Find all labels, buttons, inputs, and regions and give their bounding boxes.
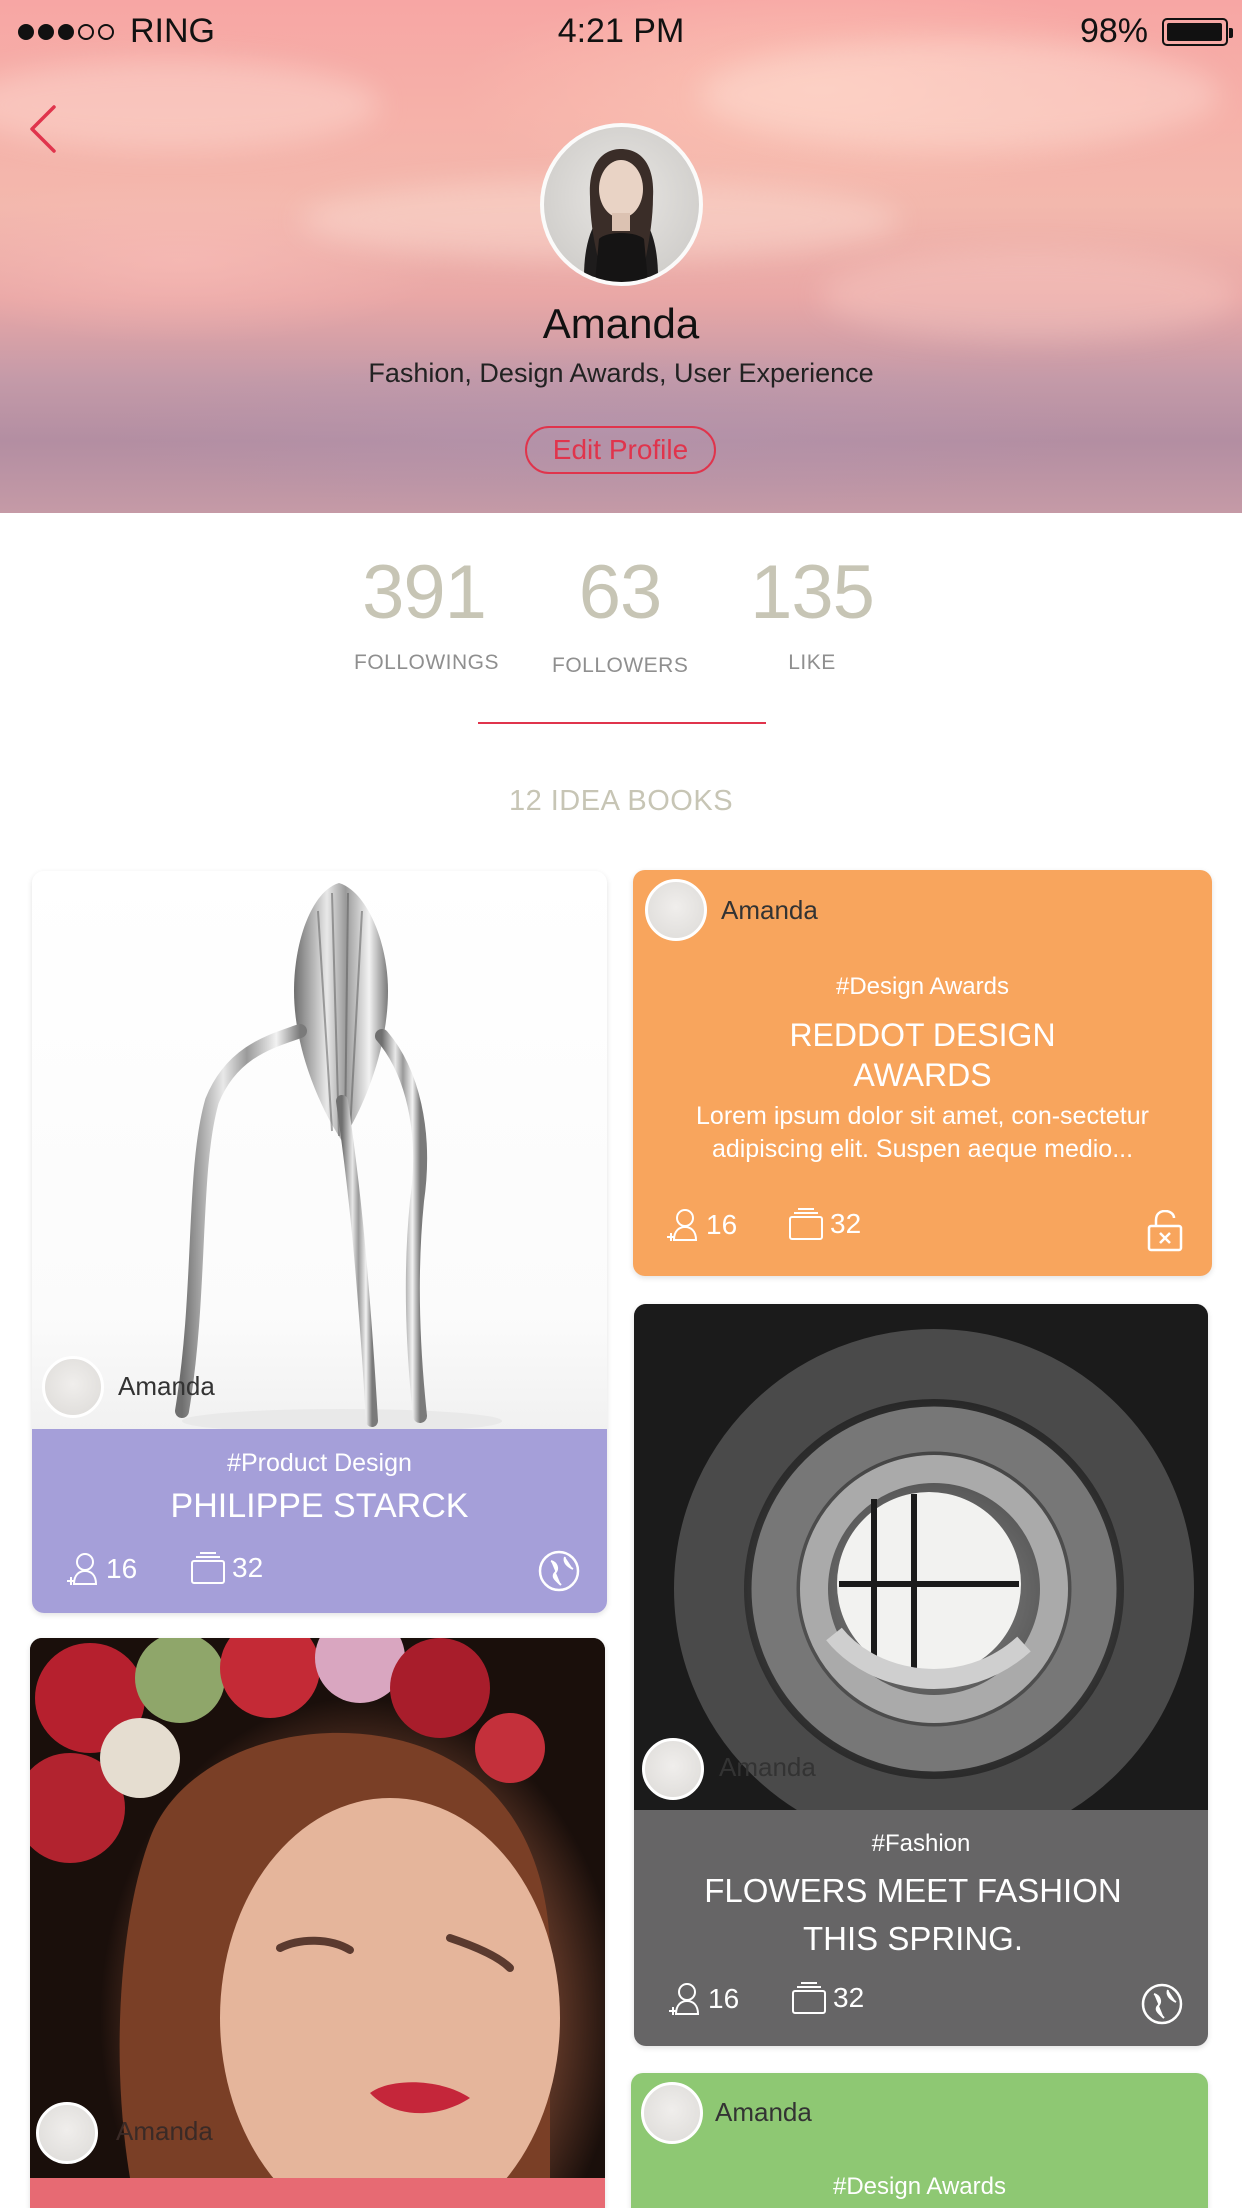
stack-icon (191, 1552, 225, 1584)
stack-icon (792, 1982, 826, 2014)
card-info-band: #Product Design PHILIPPE STARCK 16 32 (32, 1429, 607, 1613)
battery-percent: 98% (1079, 12, 1148, 50)
clock: 4:21 PM (557, 12, 685, 50)
idea-book-card[interactable]: Amanda #Design Awards REDDOT DESIGN AWAR… (633, 870, 1212, 1276)
stack-icon (789, 1208, 823, 1240)
battery-icon (1162, 17, 1233, 46)
idea-book-card[interactable]: Amanda #Design Awards (631, 2073, 1208, 2208)
card-tag[interactable]: #Design Awards (633, 973, 1212, 1001)
avatar[interactable] (540, 123, 703, 286)
profile-tags: Fashion, Design Awards, User Experience (368, 358, 874, 388)
followers-value: 16 (708, 1983, 740, 2014)
stat-label: FOLLOWERS (552, 654, 689, 677)
card-photo (30, 1638, 605, 2208)
card-title-line[interactable]: THIS SPRING. (634, 1920, 1200, 1958)
stat-like[interactable]: 135 LIKE (742, 555, 882, 675)
card-photo (634, 1304, 1208, 1849)
card-title[interactable]: PHILIPPE STARCK (32, 1487, 607, 1526)
edit-profile-button[interactable]: Edit Profile (525, 426, 716, 474)
author-name[interactable]: Amanda (719, 1752, 816, 1783)
stat-label: LIKE (788, 651, 836, 674)
card-description-line: Lorem ipsum dolor sit amet, con-sectetur (696, 1102, 1149, 1130)
followers-value: 16 (106, 1553, 138, 1584)
card-title-line[interactable]: REDDOT DESIGN (633, 1017, 1212, 1054)
items-value: 32 (232, 1552, 264, 1583)
idea-book-card[interactable]: Amanda #Fashion FLOWERS MEET FASHION THI… (634, 1304, 1208, 2046)
author-avatar[interactable] (642, 1738, 704, 1800)
items-count[interactable]: 32 (791, 1981, 864, 2015)
author-name[interactable]: Amanda (118, 1371, 215, 1402)
stat-value: 391 (362, 550, 487, 635)
status-bar: RING 4:21 PM 98% (0, 0, 1242, 60)
profile-header: RING 4:21 PM 98% Amanda Fashion, Design … (0, 0, 1242, 513)
author-avatar[interactable] (36, 2102, 98, 2164)
author-avatar[interactable] (645, 879, 707, 941)
items-count[interactable]: 32 (788, 1207, 861, 1241)
selected-tab-underline (478, 722, 766, 724)
stat-followers[interactable]: 63 FOLLOWERS (552, 555, 688, 678)
card-description-line: adipiscing elit. Suspen aeque medio... (711, 1135, 1134, 1163)
card-title-line[interactable]: AWARDS (633, 1057, 1212, 1094)
juicer-illustration (175, 883, 502, 1433)
portrait-illustration (584, 149, 658, 282)
idea-book-card[interactable]: Amanda #Product Design PHILIPPE STARCK 1… (32, 871, 607, 1613)
card-tag[interactable]: #Design Awards (631, 2173, 1208, 2201)
globe-icon[interactable] (537, 1549, 581, 1593)
items-value: 32 (830, 1208, 862, 1239)
flower-crown-portrait-illustration (30, 1638, 560, 2208)
author-avatar[interactable] (42, 1356, 104, 1418)
followers-count[interactable]: 16 (66, 1551, 137, 1587)
card-photo (32, 871, 607, 1433)
card-info-band (30, 2178, 605, 2208)
unlock-icon[interactable] (1146, 1210, 1184, 1252)
items-count[interactable]: 32 (190, 1551, 263, 1585)
chevron-left-icon[interactable] (28, 104, 58, 154)
stat-value: 63 (578, 550, 663, 635)
author-name[interactable]: Amanda (715, 2097, 812, 2128)
stat-label: FOLLOWINGS (354, 651, 500, 674)
author-name[interactable]: Amanda (116, 2116, 213, 2147)
card-title-line[interactable]: FLOWERS MEET FASHION (634, 1872, 1200, 1910)
profile-name: Amanda (542, 300, 700, 347)
stat-value: 135 (750, 550, 875, 635)
items-value: 32 (833, 1982, 865, 2013)
idea-book-card[interactable]: Amanda (30, 1638, 605, 2208)
card-tag[interactable]: #Product Design (32, 1449, 607, 1478)
followers-count[interactable]: 16 (668, 1981, 739, 2017)
spiral-staircase-illustration (674, 1329, 1194, 1849)
add-user-icon (667, 1209, 698, 1241)
author-name[interactable]: Amanda (721, 895, 818, 926)
globe-icon[interactable] (1140, 1982, 1184, 2026)
idea-books-count: 12 IDEA BOOKS (508, 785, 734, 817)
followers-value: 16 (706, 1209, 738, 1240)
stat-followings[interactable]: 391 FOLLOWINGS (354, 550, 500, 675)
add-user-icon (669, 1983, 700, 2015)
card-tag[interactable]: #Fashion (634, 1830, 1208, 1858)
followers-count[interactable]: 16 (666, 1207, 737, 1243)
author-avatar[interactable] (641, 2082, 703, 2144)
battery-group: 98% (1079, 12, 1233, 51)
add-user-icon (67, 1553, 98, 1585)
